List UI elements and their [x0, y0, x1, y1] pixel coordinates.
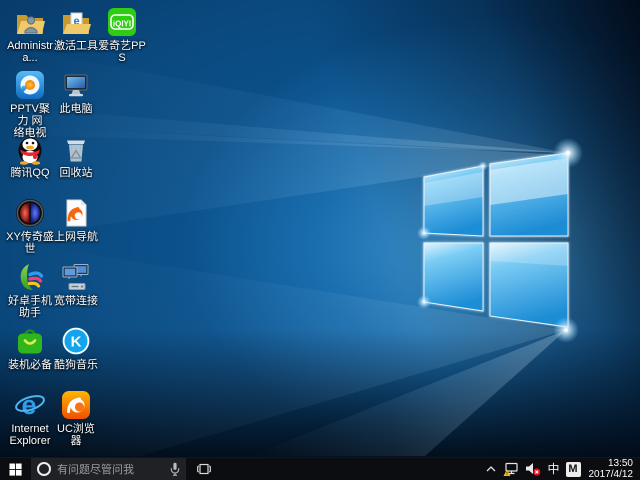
desktop-icon-tencent-qq[interactable]: 腾讯QQ [6, 133, 54, 179]
ime-language-button[interactable]: 中 [547, 463, 559, 475]
desktop-icon-this-pc[interactable]: 此电脑 [52, 69, 100, 115]
phone-assistant-icon [14, 261, 46, 293]
icon-label: 上网导航 [52, 231, 100, 243]
icon-label: Administra... [6, 40, 54, 64]
broadband-icon [60, 261, 92, 293]
ime-language-label: 中 [547, 463, 559, 475]
user-folder-icon [14, 6, 46, 38]
desktop-icon-administrator[interactable]: Administra... [6, 6, 54, 64]
folder-edge-icon: e [60, 6, 92, 38]
taskbar: 有问题尽管问我 [0, 457, 640, 480]
recycle-bin-icon [60, 133, 92, 165]
clock-date: 2017/4/12 [589, 469, 634, 480]
ime-mode-button[interactable]: M [566, 462, 581, 477]
xy-game-icon [14, 197, 46, 229]
desktop-wallpaper[interactable]: Administra... e 激活工具 iQIYI 爱奇艺PPS [0, 0, 640, 457]
volume-button[interactable] [525, 462, 541, 476]
network-status-button[interactable] [503, 462, 519, 477]
icon-label: 酷狗音乐 [52, 359, 100, 371]
uc-browser-icon [60, 389, 92, 421]
web-navigation-icon [60, 197, 92, 229]
desktop-icon-activation-tools[interactable]: e 激活工具 [52, 6, 100, 52]
taskbar-empty-area[interactable] [222, 458, 485, 480]
icon-label: 回收站 [52, 167, 100, 179]
iqiyi-icon: iQIYI [106, 6, 138, 38]
desktop-icon-iqiyi-pps[interactable]: iQIYI 爱奇艺PPS [98, 6, 146, 64]
kugou-icon: K [60, 325, 92, 357]
icon-label: UC浏览器 [52, 423, 100, 447]
system-tray: 中 M 13:50 2017/4/12 [485, 458, 640, 480]
chevron-up-icon [485, 465, 497, 473]
desktop-icon-web-navigation[interactable]: 上网导航 [52, 197, 100, 243]
tray-overflow-button[interactable] [485, 465, 497, 473]
qq-penguin-icon [14, 133, 46, 165]
icon-label: 此电脑 [52, 103, 100, 115]
taskbar-clock[interactable]: 13:50 2017/4/12 [587, 458, 638, 480]
clock-time: 13:50 [589, 458, 634, 469]
icon-label: XY传奇盛世 [6, 231, 54, 255]
windows-logo-icon [9, 463, 22, 476]
task-view-button[interactable] [186, 458, 222, 480]
network-warning-icon [503, 462, 519, 477]
this-pc-icon [60, 69, 92, 101]
desktop-icon-xy-game[interactable]: XY传奇盛世 [6, 197, 54, 255]
cortana-icon [37, 462, 51, 476]
volume-muted-icon [525, 462, 541, 476]
search-placeholder-text: 有问题尽管问我 [57, 461, 164, 477]
icon-label: Internet Explorer [6, 423, 54, 447]
task-view-icon [196, 463, 212, 475]
pptv-icon [14, 69, 46, 101]
icon-label: 腾讯QQ [6, 167, 54, 179]
desktop-icon-software-bag[interactable]: 装机必备 [6, 325, 54, 371]
svg-text:K: K [71, 334, 82, 351]
icon-label: 好卓手机助手 [6, 295, 54, 319]
windows-desktop-screen: Administra... e 激活工具 iQIYI 爱奇艺PPS [0, 0, 640, 480]
icon-label: 激活工具 [52, 40, 100, 52]
desktop-icon-internet-explorer[interactable]: e Internet Explorer [6, 389, 54, 447]
ime-mode-badge: M [566, 462, 581, 477]
software-bag-icon [14, 325, 46, 357]
svg-text:e: e [21, 390, 36, 420]
icon-label: 爱奇艺PPS [98, 40, 146, 64]
icon-label: 装机必备 [6, 359, 54, 371]
desktop-icon-kugou[interactable]: K 酷狗音乐 [52, 325, 100, 371]
desktop-icon-recycle-bin[interactable]: 回收站 [52, 133, 100, 179]
start-button[interactable] [0, 458, 31, 480]
cortana-search-box[interactable]: 有问题尽管问我 [31, 458, 186, 480]
icon-label: 宽带连接 [52, 295, 100, 307]
desktop-icon-uc-browser[interactable]: UC浏览器 [52, 389, 100, 447]
microphone-icon[interactable] [170, 462, 180, 476]
ie-icon: e [14, 389, 46, 421]
desktop-icon-phone-assistant[interactable]: 好卓手机助手 [6, 261, 54, 319]
desktop-icon-pptv[interactable]: PPTV聚力 网 络电视 [6, 69, 54, 139]
svg-text:iQIYI: iQIYI [113, 20, 131, 29]
desktop-icon-broadband[interactable]: 宽带连接 [52, 261, 100, 307]
